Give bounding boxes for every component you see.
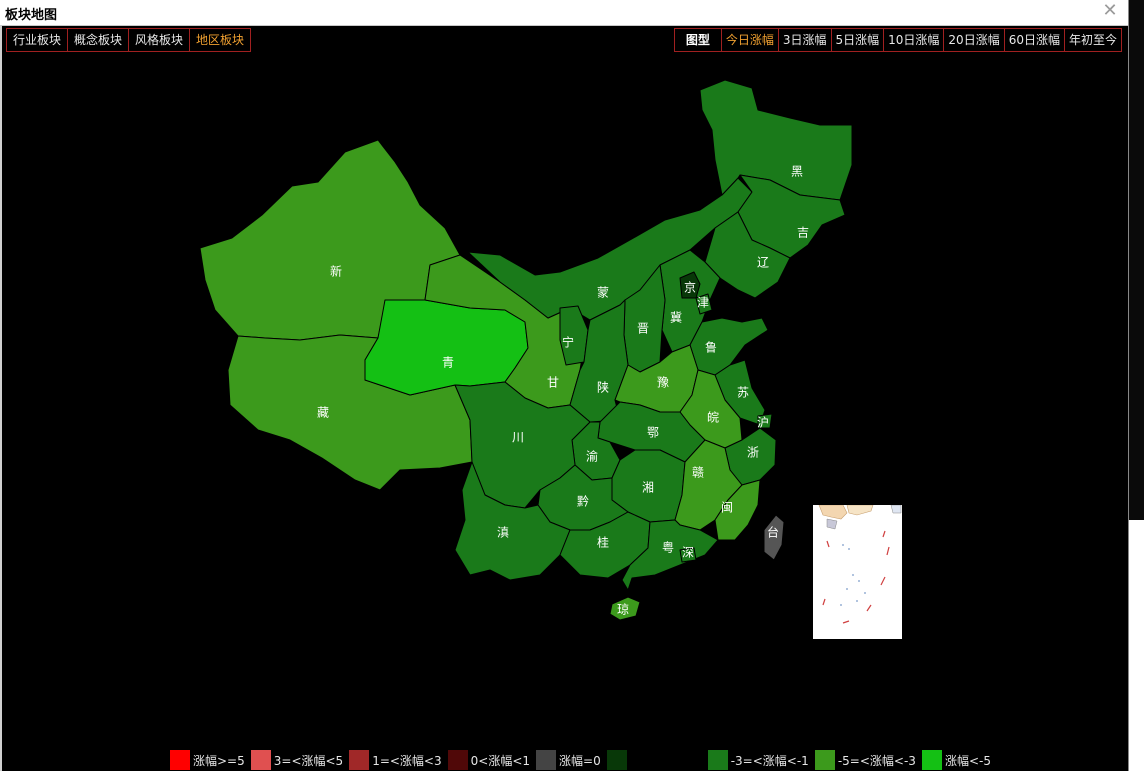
label-min: 闽 [721, 501, 733, 515]
legend-swatch [170, 750, 190, 770]
legend-label: 0<涨幅<1 [470, 753, 531, 768]
background-panel [1129, 520, 1144, 771]
label-yu-chongqing: 渝 [586, 449, 598, 464]
legend-label: 涨幅<-5 [944, 753, 991, 768]
legend-item: 涨幅=0 [536, 750, 601, 770]
legend-swatch [814, 750, 835, 770]
label-ning: 宁 [562, 335, 574, 350]
label-yue: 粤 [662, 540, 674, 555]
label-shaan: 陕 [597, 380, 609, 395]
label-jing: 京 [684, 281, 696, 295]
label-qiong: 琼 [617, 602, 629, 617]
legend-swatch [921, 750, 942, 770]
label-xin: 新 [330, 264, 342, 279]
label-zhe: 浙 [747, 446, 759, 460]
label-hei: 黑 [791, 165, 803, 179]
label-hu-shanghai: 沪 [757, 416, 769, 430]
legend-label: 涨幅>=5 [193, 753, 245, 768]
label-gan: 甘 [547, 376, 559, 390]
legend-swatch [606, 750, 627, 770]
label-qian: 黔 [577, 494, 589, 509]
label-shen: 深 [682, 546, 694, 560]
color-legend: 涨幅>=5 3=<涨幅<5 1=<涨幅<3 0<涨幅<1 涨幅=0 -3=<涨幅… [170, 750, 997, 770]
label-tai: 台 [767, 525, 779, 540]
label-zang: 藏 [317, 406, 329, 420]
province-hei[interactable] [699, 79, 853, 201]
label-e: 鄂 [647, 426, 659, 440]
legend-swatch [707, 750, 728, 770]
label-liao: 辽 [757, 256, 769, 270]
legend-item [606, 750, 702, 770]
label-gan-jiangxi: 赣 [692, 466, 704, 480]
label-dian: 滇 [497, 526, 509, 540]
label-su: 苏 [737, 386, 749, 400]
legend-item: -5=<涨幅<-3 [814, 750, 916, 770]
inset-map-image [818, 504, 902, 624]
legend-label: 涨幅=0 [559, 753, 601, 768]
label-yu-henan: 豫 [657, 376, 669, 390]
label-ji-lin: 吉 [797, 226, 809, 240]
label-qing: 青 [442, 356, 454, 370]
label-wan: 皖 [707, 411, 719, 425]
province-qing[interactable] [364, 299, 529, 396]
legend-swatch [349, 750, 370, 770]
legend-item: 0<涨幅<1 [447, 750, 531, 770]
south-china-sea-inset [813, 504, 902, 639]
label-lu: 鲁 [705, 341, 717, 355]
label-meng: 蒙 [597, 286, 609, 300]
legend-swatch [536, 750, 557, 770]
china-region-map: 新 藏 青 甘 蒙 宁 黑 吉 辽 京 津 冀 晋 鲁 陕 豫 苏 皖 沪 鄂 … [199, 79, 853, 621]
legend-item: -3=<涨幅<-1 [707, 750, 809, 770]
label-ji-hebei: 冀 [670, 311, 682, 325]
label-xiang: 湘 [642, 480, 654, 495]
label-gui: 桂 [597, 535, 609, 550]
legend-label: -3=<涨幅<-1 [730, 753, 809, 768]
label-jin-shanxi: 晋 [637, 322, 649, 336]
legend-label: 3=<涨幅<5 [273, 753, 344, 768]
legend-item: 1=<涨幅<3 [349, 750, 442, 770]
legend-label: -5=<涨幅<-3 [837, 753, 916, 768]
label-jin-tianjin: 津 [697, 296, 709, 310]
legend-item: 涨幅<-5 [921, 750, 991, 770]
label-chuan: 川 [512, 431, 524, 445]
background-window-strip [1128, 0, 1144, 771]
legend-swatch [250, 750, 271, 770]
legend-item: 3=<涨幅<5 [250, 750, 344, 770]
legend-label: 1=<涨幅<3 [372, 753, 442, 768]
legend-swatch [447, 750, 468, 770]
legend-item: 涨幅>=5 [170, 750, 245, 770]
